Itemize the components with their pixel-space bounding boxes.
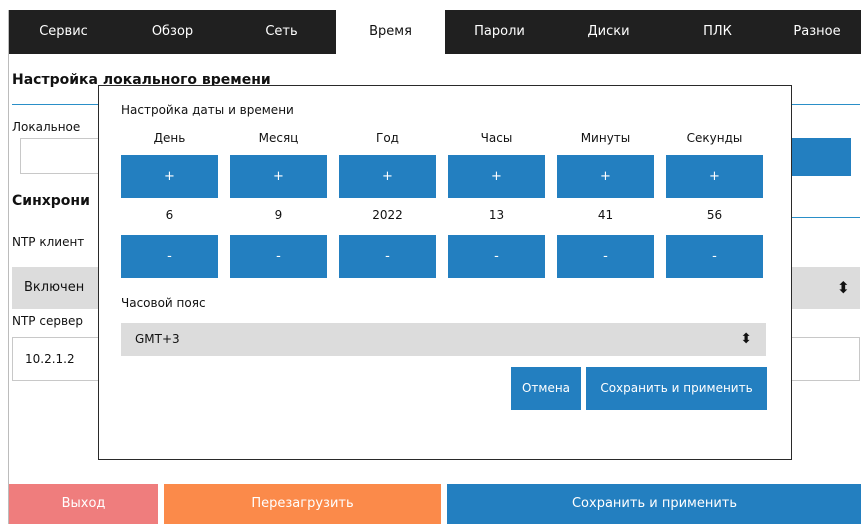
tab-plc[interactable]: ПЛК <box>663 10 772 54</box>
ntp-server-label: NTP сервер <box>12 314 84 328</box>
dialog-title: Настройка даты и времени <box>121 103 294 117</box>
tab-bar: Сервис Обзор Сеть Время Пароли Диски ПЛК… <box>9 10 861 54</box>
hours-decrement-button[interactable]: - <box>448 235 545 278</box>
seconds-label: Секунды <box>686 131 743 145</box>
section-divider-2 <box>784 217 860 218</box>
month-decrement-button[interactable]: - <box>230 235 327 278</box>
timezone-select[interactable]: GMT+3 ⬍ <box>121 323 766 356</box>
day-value: 6 <box>165 208 174 222</box>
ntp-client-label: NTP клиент <box>12 235 85 249</box>
seconds-value: 56 <box>706 208 723 222</box>
year-value: 2022 <box>372 208 403 222</box>
year-decrement-button[interactable]: - <box>339 235 436 278</box>
local-time-label: Локальное <box>12 120 81 134</box>
day-decrement-button[interactable]: - <box>121 235 218 278</box>
tab-overview[interactable]: Обзор <box>118 10 227 54</box>
hours-label: Часы <box>480 131 513 145</box>
minutes-label: Минуты <box>580 131 631 145</box>
day-label: День <box>153 131 186 145</box>
hours-value: 13 <box>488 208 505 222</box>
tab-passwords[interactable]: Пароли <box>445 10 554 54</box>
timezone-label: Часовой пояс <box>121 296 206 310</box>
seconds-increment-button[interactable]: + <box>666 155 763 198</box>
day-increment-button[interactable]: + <box>121 155 218 198</box>
minutes-increment-button[interactable]: + <box>557 155 654 198</box>
minutes-value: 41 <box>597 208 614 222</box>
year-label: Год <box>376 131 399 145</box>
chevron-up-down-icon: ⬍ <box>836 278 850 297</box>
dialog-save-apply-button[interactable]: Сохранить и применить <box>586 367 767 410</box>
app-frame: Сервис Обзор Сеть Время Пароли Диски ПЛК… <box>8 10 861 524</box>
hours-increment-button[interactable]: + <box>448 155 545 198</box>
save-apply-button[interactable]: Сохранить и применить <box>447 484 861 524</box>
datetime-dialog: Настройка даты и времени День Месяц Год … <box>98 85 792 460</box>
tab-disks[interactable]: Диски <box>554 10 663 54</box>
tab-time[interactable]: Время <box>336 10 445 54</box>
month-increment-button[interactable]: + <box>230 155 327 198</box>
minutes-decrement-button[interactable]: - <box>557 235 654 278</box>
ntp-client-value: Включен <box>24 280 85 295</box>
tab-service[interactable]: Сервис <box>9 10 118 54</box>
year-increment-button[interactable]: + <box>339 155 436 198</box>
cancel-button[interactable]: Отмена <box>511 367 581 410</box>
tab-network[interactable]: Сеть <box>227 10 336 54</box>
section-title-sync: Синхрони <box>12 193 90 209</box>
month-label: Месяц <box>258 131 299 145</box>
reboot-button[interactable]: Перезагрузить <box>164 484 441 524</box>
exit-button[interactable]: Выход <box>9 484 158 524</box>
month-value: 9 <box>274 208 283 222</box>
chevron-up-down-icon: ⬍ <box>740 331 752 347</box>
seconds-decrement-button[interactable]: - <box>666 235 763 278</box>
timezone-value: GMT+3 <box>135 332 180 346</box>
tab-misc[interactable]: Разное <box>772 10 861 54</box>
